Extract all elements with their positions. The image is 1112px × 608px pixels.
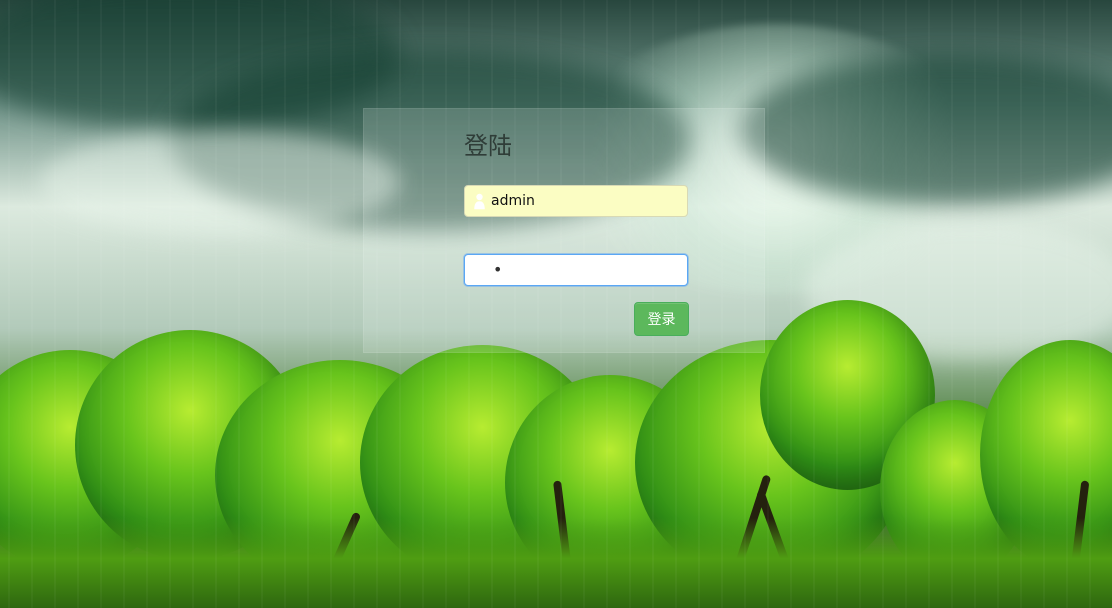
- login-form: 登陆 • 登录: [363, 108, 765, 353]
- password-field-group[interactable]: •: [464, 254, 688, 286]
- username-field-group[interactable]: [464, 185, 688, 217]
- login-title: 登陆: [464, 132, 512, 160]
- user-icon: [474, 193, 485, 210]
- login-page: 登陆 • 登录: [0, 0, 1112, 608]
- password-input[interactable]: [491, 255, 681, 285]
- login-button[interactable]: 登录: [634, 302, 689, 336]
- username-input[interactable]: [491, 186, 681, 216]
